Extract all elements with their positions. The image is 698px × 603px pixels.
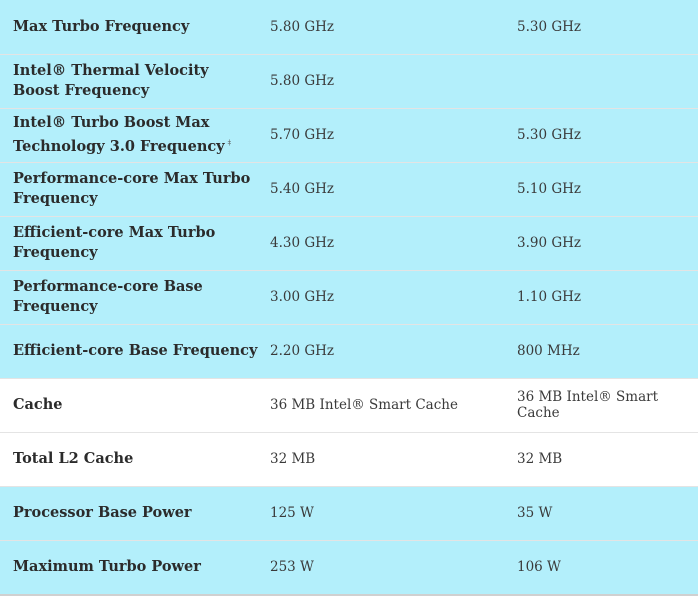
spec-value-processor-2: 36 MB Intel® Smart Cache [517, 389, 659, 421]
spec-value-processor-2 [517, 54, 698, 108]
spec-label-text: Max Turbo Frequency [13, 17, 190, 35]
spec-label-text: Performance-core Base Frequency [13, 278, 203, 315]
spec-label-text: Intel® Thermal Velocity Boost Frequency [13, 62, 209, 99]
spec-value-processor-1: 3.00 GHz [270, 289, 335, 305]
spec-label: Efficient-core Base Frequency [0, 324, 260, 378]
spec-value-processor-2: 800 MHz [517, 343, 580, 359]
spec-comparison-table: Max Turbo Frequency 5.80 GHz 5.30 GHz In… [0, 0, 698, 596]
spec-value-processor-1: 5.80 GHz [270, 73, 335, 89]
spec-row-max-turbo-frequency: Max Turbo Frequency 5.80 GHz 5.30 GHz [0, 0, 698, 54]
spec-value-processor-2: 35 W [517, 505, 553, 521]
spec-label-text: Maximum Turbo Power [13, 558, 201, 576]
spec-label-text: Performance-core Max Turbo Frequency [13, 170, 251, 207]
spec-row-maximum-turbo-power: Maximum Turbo Power 253 W 106 W [0, 540, 698, 595]
spec-row-turbo-boost-max-3: Intel® Turbo Boost Max Technology 3.0 Fr… [0, 108, 698, 162]
spec-label: Performance-core Max Turbo Frequency [0, 162, 260, 216]
spec-value-processor-2: 32 MB [517, 451, 563, 467]
spec-label: Intel® Thermal Velocity Boost Frequency [0, 54, 260, 108]
spec-value-processor-1: 5.40 GHz [270, 181, 335, 197]
spec-label: Performance-core Base Frequency [0, 270, 260, 324]
spec-value-processor-1: 32 MB [270, 451, 316, 467]
spec-label: Efficient-core Max Turbo Frequency [0, 216, 260, 270]
spec-row-cache: Cache 36 MB Intel® Smart Cache 36 MB Int… [0, 378, 698, 432]
spec-value-processor-2: 5.10 GHz [517, 181, 582, 197]
spec-label: Total L2 Cache [0, 432, 260, 486]
footnote-link[interactable]: ‡ [228, 139, 232, 147]
spec-label-text: Efficient-core Max Turbo Frequency [13, 224, 216, 261]
spec-value-processor-2: 3.90 GHz [517, 235, 582, 251]
spec-label-text: Processor Base Power [13, 504, 192, 521]
spec-value-processor-1: 36 MB Intel® Smart Cache [270, 397, 458, 413]
spec-label: Max Turbo Frequency [0, 0, 260, 54]
spec-value-processor-2: 5.30 GHz [517, 127, 582, 143]
spec-label-text: Total L2 Cache [13, 450, 134, 467]
spec-row-e-core-max-turbo: Efficient-core Max Turbo Frequency 4.30 … [0, 216, 698, 270]
spec-value-processor-1: 5.70 GHz [270, 127, 335, 143]
spec-row-e-core-base: Efficient-core Base Frequency 2.20 GHz 8… [0, 324, 698, 378]
spec-label: Processor Base Power [0, 486, 260, 540]
spec-value-processor-1: 125 W [270, 505, 314, 521]
spec-value-processor-2: 106 W [517, 559, 561, 576]
spec-row-thermal-velocity-boost: Intel® Thermal Velocity Boost Frequency … [0, 54, 698, 108]
spec-row-p-core-base: Performance-core Base Frequency 3.00 GHz… [0, 270, 698, 324]
spec-label: Intel® Turbo Boost Max Technology 3.0 Fr… [0, 108, 260, 162]
spec-label-text: Efficient-core Base Frequency [13, 342, 258, 359]
spec-value-processor-1: 2.20 GHz [270, 343, 335, 359]
spec-row-processor-base-power: Processor Base Power 125 W 35 W [0, 486, 698, 540]
spec-row-p-core-max-turbo: Performance-core Max Turbo Frequency 5.4… [0, 162, 698, 216]
spec-label: Cache [0, 378, 260, 432]
spec-value-processor-2: 1.10 GHz [517, 289, 582, 305]
spec-label: Maximum Turbo Power [0, 540, 260, 595]
spec-label-text: Cache [13, 396, 63, 413]
spec-value-processor-1: 253 W [270, 559, 314, 576]
spec-label-text: Intel® Turbo Boost Max Technology 3.0 Fr… [13, 114, 225, 155]
spec-value-processor-1: 5.80 GHz [270, 18, 335, 35]
spec-value-processor-1: 4.30 GHz [270, 235, 335, 251]
spec-row-total-l2-cache: Total L2 Cache 32 MB 32 MB [0, 432, 698, 486]
spec-value-processor-2: 5.30 GHz [517, 18, 582, 35]
